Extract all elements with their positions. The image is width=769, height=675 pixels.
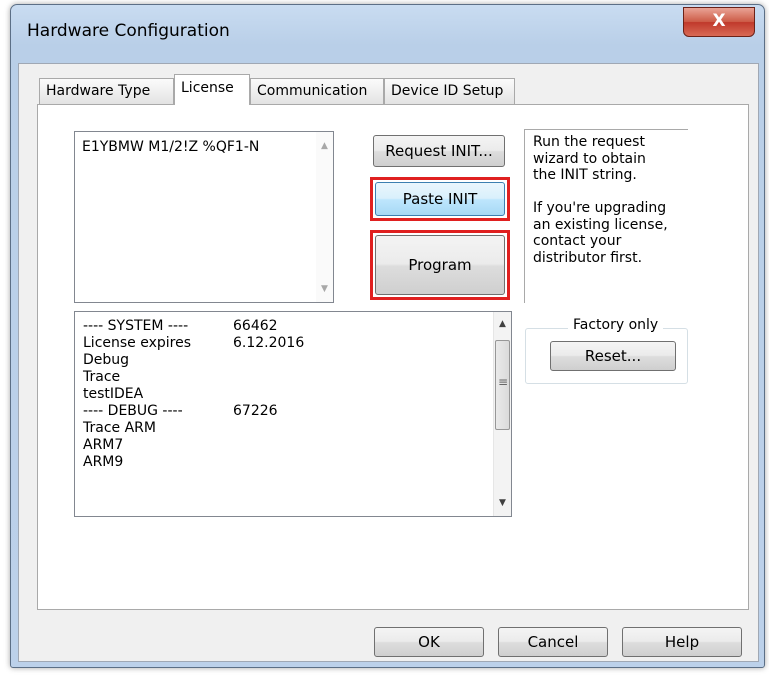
info-line: an existing license, [533, 216, 668, 233]
hardware-configuration-window: Hardware Configuration X Hardware Type L… [10, 4, 765, 668]
paste-init-button[interactable]: Paste INIT [375, 182, 505, 216]
factory-only-label: Factory only [568, 317, 664, 333]
list-item: testIDEA [83, 386, 144, 402]
list-item: Trace [83, 369, 121, 385]
info-text: Run the request wizard to obtain the INI… [533, 134, 689, 266]
scroll-thumb[interactable]: ≡ [495, 340, 510, 430]
tab-communication[interactable]: Communication [250, 78, 384, 104]
info-line: If you're upgrading [533, 200, 667, 216]
list-value [233, 369, 304, 386]
scroll-down-icon[interactable]: ▼ [494, 495, 511, 512]
license-features-list[interactable]: ---- SYSTEM ---- License expires Debug T… [74, 311, 512, 517]
window-title: Hardware Configuration [27, 21, 230, 41]
request-init-label: Request INIT... [385, 142, 493, 160]
tab-label: Device ID Setup [391, 83, 504, 99]
request-init-button[interactable]: Request INIT... [373, 135, 505, 167]
tab-device-id-setup[interactable]: Device ID Setup [384, 78, 515, 104]
cancel-button[interactable]: Cancel [498, 627, 608, 657]
info-line: Run the request [533, 134, 645, 150]
tab-license[interactable]: License [174, 74, 250, 105]
list-item: License expires [83, 335, 192, 351]
info-panel: Run the request wizard to obtain the INI… [524, 129, 688, 303]
info-line: distributor first. [533, 249, 643, 266]
init-string-textbox[interactable]: E1YBMW M1/2!Z %QF1-N ▲ ▼ [74, 131, 334, 303]
list-value: 6.12.2016 [233, 335, 305, 351]
help-label: Help [664, 633, 700, 651]
help-button[interactable]: Help [622, 627, 742, 657]
program-highlight: Program [370, 230, 510, 300]
license-names-column: ---- SYSTEM ---- License expires Debug T… [83, 318, 191, 471]
scroll-up-icon[interactable]: ▲ [494, 316, 511, 333]
info-line: contact your [533, 233, 622, 249]
list-value: 66462 [233, 318, 278, 334]
list-item: ---- SYSTEM ---- [83, 318, 189, 334]
grip-icon: ≡ [498, 375, 509, 389]
tab-label: Hardware Type [46, 83, 151, 99]
init-scrollbar[interactable]: ▲ ▼ [316, 132, 333, 302]
cancel-label: Cancel [527, 633, 579, 651]
reset-label: Reset... [584, 347, 642, 365]
paste-init-label: Paste INIT [402, 190, 478, 208]
info-line: the INIT string. [533, 167, 637, 183]
list-value: 67226 [233, 403, 278, 419]
reset-button[interactable]: Reset... [550, 341, 676, 371]
list-item: ---- DEBUG ---- [83, 403, 183, 419]
list-value [233, 420, 304, 437]
ok-label: OK [418, 633, 440, 651]
tab-label: License [181, 80, 234, 96]
info-line: wizard to obtain [533, 150, 646, 167]
scroll-up-icon[interactable]: ▲ [316, 138, 333, 155]
tab-hardware-type[interactable]: Hardware Type [39, 78, 174, 104]
list-item: Trace ARM [83, 420, 156, 436]
list-value [233, 352, 304, 369]
list-item: Debug [83, 352, 130, 368]
paste-init-highlight: Paste INIT [370, 177, 510, 221]
list-value [233, 386, 304, 403]
license-list-scrollbar[interactable]: ▲ ≡ ▼ [493, 312, 511, 516]
init-string-text: E1YBMW M1/2!Z %QF1-N [82, 139, 260, 155]
license-values-column: 66462 6.12.2016 67226 [233, 318, 304, 471]
tab-label: Communication [257, 83, 368, 99]
list-item: ARM9 [83, 454, 124, 470]
license-tab-panel: E1YBMW M1/2!Z %QF1-N ▲ ▼ Request INIT...… [37, 104, 749, 610]
program-label: Program [408, 256, 472, 274]
list-value [233, 437, 304, 454]
close-icon: X [712, 11, 726, 31]
close-button[interactable]: X [683, 7, 755, 37]
dialog-client-area: Hardware Type License Communication Devi… [18, 63, 759, 662]
scroll-down-icon[interactable]: ▼ [316, 281, 333, 298]
program-button[interactable]: Program [375, 235, 505, 295]
list-value [233, 454, 304, 471]
ok-button[interactable]: OK [374, 627, 484, 657]
list-item: ARM7 [83, 437, 124, 453]
